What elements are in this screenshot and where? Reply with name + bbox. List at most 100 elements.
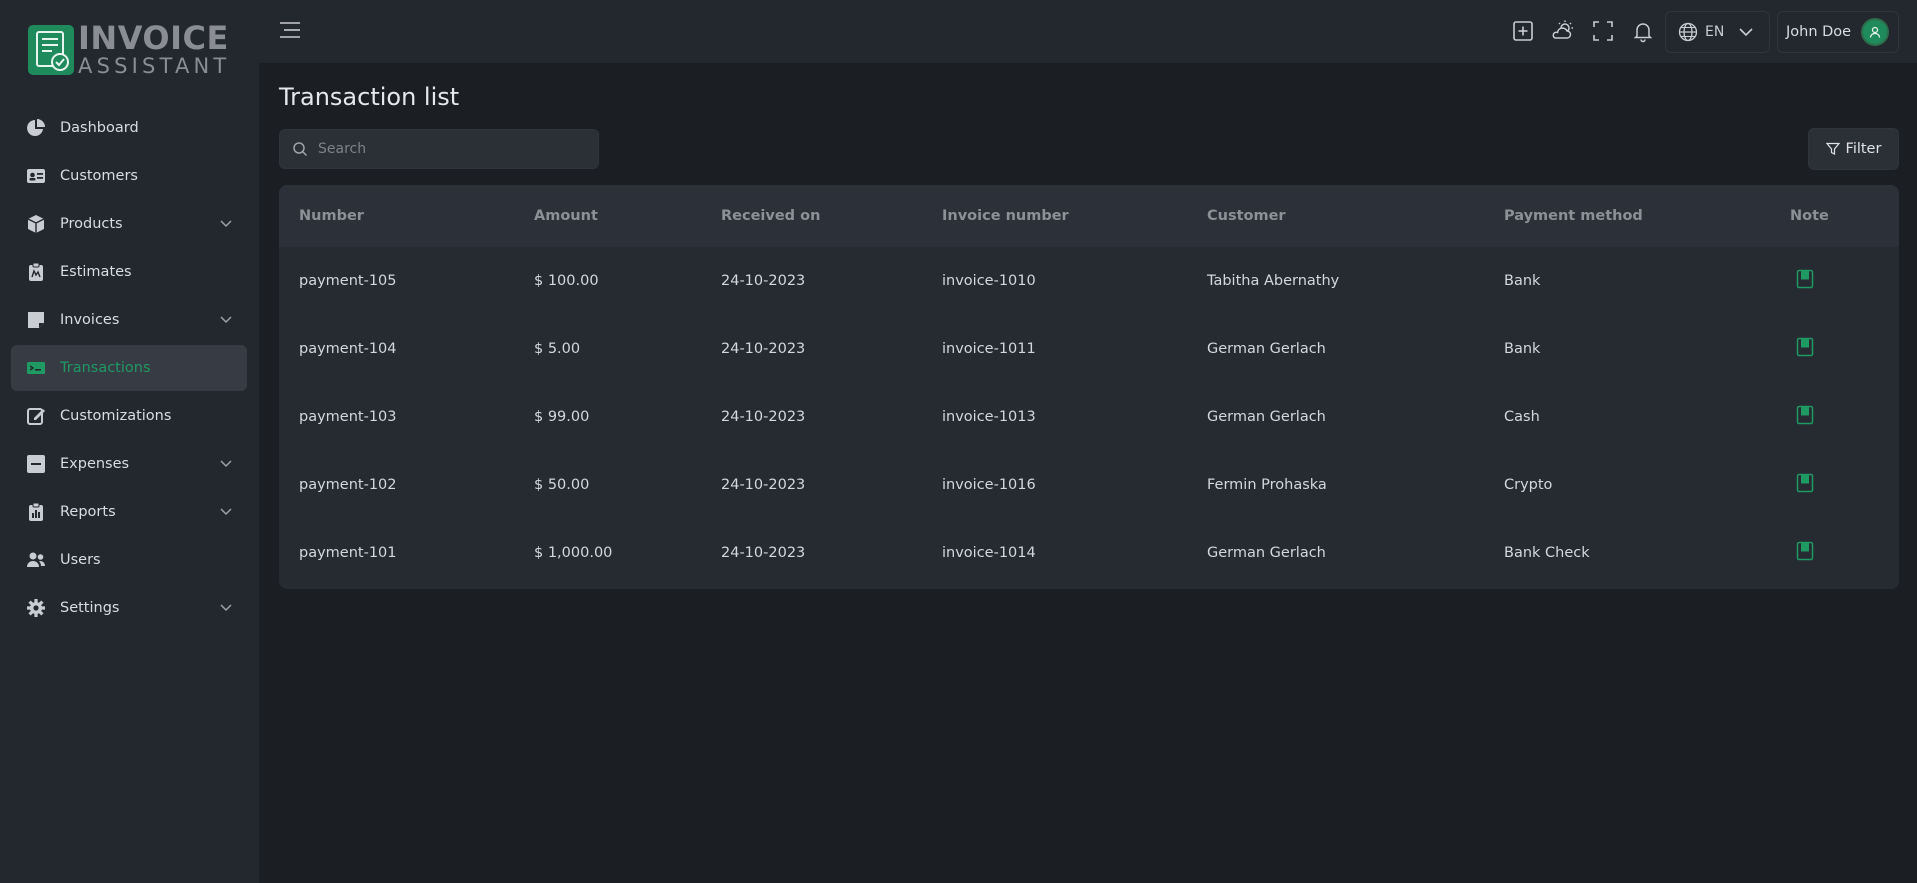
- fullscreen-icon[interactable]: [1591, 19, 1615, 43]
- language-selector[interactable]: EN: [1665, 11, 1770, 53]
- cell-amount: $ 50.00: [534, 477, 590, 493]
- table-row[interactable]: payment-102 $ 50.00 24-10-2023 invoice-1…: [279, 451, 1899, 519]
- sidebar-nav: Dashboard Customers Products Estimates I…: [11, 105, 247, 633]
- logo[interactable]: INVOICE ASSISTANT: [28, 22, 230, 77]
- avatar: [1861, 18, 1890, 46]
- language-label: EN: [1705, 24, 1725, 40]
- table-row[interactable]: payment-103 $ 99.00 24-10-2023 invoice-1…: [279, 383, 1899, 451]
- sidebar-item-label: Dashboard: [60, 120, 139, 136]
- page-title: Transaction list: [279, 83, 460, 111]
- cell-payment-method: Bank Check: [1504, 545, 1590, 561]
- cell-number: payment-103: [299, 409, 397, 425]
- table-row[interactable]: payment-104 $ 5.00 24-10-2023 invoice-10…: [279, 315, 1899, 383]
- search-input[interactable]: [318, 141, 588, 157]
- note-icon[interactable]: [1796, 269, 1814, 293]
- sidebar: INVOICE ASSISTANT Dashboard Customers Pr…: [0, 0, 259, 883]
- note-icon[interactable]: [1796, 337, 1814, 361]
- note-icon[interactable]: [1796, 405, 1814, 429]
- sidebar-item-reports[interactable]: Reports: [11, 489, 247, 535]
- cell-invoice-number: invoice-1016: [942, 477, 1036, 493]
- box-icon: [26, 214, 46, 234]
- user-menu[interactable]: John Doe: [1777, 11, 1899, 53]
- sidebar-item-customizations[interactable]: Customizations: [11, 393, 247, 439]
- table-row[interactable]: payment-101 $ 1,000.00 24-10-2023 invoic…: [279, 519, 1899, 587]
- sidebar-item-settings[interactable]: Settings: [11, 585, 247, 631]
- chevron-down-icon[interactable]: [219, 456, 233, 470]
- sidebar-item-label: Customizations: [60, 408, 172, 424]
- sidebar-item-label: Invoices: [60, 312, 120, 328]
- table-row[interactable]: payment-105 $ 100.00 24-10-2023 invoice-…: [279, 247, 1899, 315]
- users-icon: [26, 550, 46, 570]
- add-square-icon[interactable]: [1511, 19, 1535, 43]
- sidebar-item-label: Users: [60, 552, 101, 568]
- pie-chart-icon: [26, 118, 46, 138]
- cell-received-on: 24-10-2023: [721, 409, 806, 425]
- column-header-amount[interactable]: Amount: [534, 208, 598, 224]
- globe-icon: [1678, 22, 1698, 42]
- sidebar-item-label: Customers: [60, 168, 138, 184]
- clipboard-icon: [26, 262, 46, 282]
- invoice-icon: [26, 310, 46, 330]
- user-icon: [1870, 26, 1881, 38]
- search-icon: [293, 142, 308, 157]
- filter-icon: [1825, 142, 1840, 155]
- chevron-down-icon[interactable]: [219, 312, 233, 326]
- cell-received-on: 24-10-2023: [721, 477, 806, 493]
- filter-label: Filter: [1845, 141, 1882, 157]
- edit-icon: [26, 406, 46, 426]
- sidebar-item-label: Reports: [60, 504, 116, 520]
- sidebar-item-label: Estimates: [60, 264, 132, 280]
- cell-invoice-number: invoice-1014: [942, 545, 1036, 561]
- chevron-down-icon: [1739, 28, 1753, 37]
- search-box[interactable]: [279, 129, 599, 169]
- app: INVOICE ASSISTANT Dashboard Customers Pr…: [0, 0, 1917, 883]
- cell-customer: Tabitha Abernathy: [1207, 273, 1340, 289]
- filter-button[interactable]: Filter: [1808, 128, 1899, 170]
- column-header-payment-method[interactable]: Payment method: [1504, 208, 1643, 224]
- cell-customer: German Gerlach: [1207, 341, 1326, 357]
- cell-number: payment-102: [299, 477, 397, 493]
- cell-number: payment-104: [299, 341, 397, 357]
- top-header: EN John Doe: [259, 0, 1917, 63]
- chevron-down-icon[interactable]: [219, 216, 233, 230]
- money-icon: [26, 358, 46, 378]
- cell-amount: $ 99.00: [534, 409, 590, 425]
- sidebar-item-products[interactable]: Products: [11, 201, 247, 247]
- cell-payment-method: Cash: [1504, 409, 1540, 425]
- column-header-note: Note: [1790, 208, 1829, 224]
- cell-customer: Fermin Prohaska: [1207, 477, 1327, 493]
- cell-amount: $ 5.00: [534, 341, 581, 357]
- theme-toggle-icon[interactable]: [1551, 19, 1575, 43]
- invoice-logo-icon: [28, 24, 74, 75]
- cell-received-on: 24-10-2023: [721, 273, 806, 289]
- column-header-received-on[interactable]: Received on: [721, 208, 820, 224]
- sidebar-item-label: Expenses: [60, 456, 130, 472]
- cell-invoice-number: invoice-1013: [942, 409, 1036, 425]
- column-header-customer[interactable]: Customer: [1207, 208, 1286, 224]
- logo-subtitle: ASSISTANT: [78, 54, 231, 78]
- cell-customer: German Gerlach: [1207, 409, 1326, 425]
- chevron-down-icon[interactable]: [219, 600, 233, 614]
- sidebar-item-transactions[interactable]: Transactions: [11, 345, 247, 391]
- cell-number: payment-105: [299, 273, 397, 289]
- chevron-down-icon[interactable]: [219, 504, 233, 518]
- minus-square-icon: [26, 454, 46, 474]
- bell-icon[interactable]: [1631, 19, 1655, 43]
- sidebar-item-users[interactable]: Users: [11, 537, 247, 583]
- sidebar-item-invoices[interactable]: Invoices: [11, 297, 247, 343]
- column-header-number[interactable]: Number: [299, 208, 364, 224]
- sidebar-item-label: Settings: [60, 600, 120, 616]
- cell-amount: $ 1,000.00: [534, 545, 613, 561]
- id-card-icon: [26, 166, 46, 186]
- note-icon[interactable]: [1796, 473, 1814, 497]
- sidebar-item-estimates[interactable]: Estimates: [11, 249, 247, 295]
- sidebar-item-expenses[interactable]: Expenses: [11, 441, 247, 487]
- note-icon[interactable]: [1796, 541, 1814, 565]
- cell-invoice-number: invoice-1010: [942, 273, 1036, 289]
- cell-invoice-number: invoice-1011: [942, 341, 1036, 357]
- column-header-invoice-number[interactable]: Invoice number: [942, 208, 1069, 224]
- sidebar-item-dashboard[interactable]: Dashboard: [11, 105, 247, 151]
- menu-toggle-icon[interactable]: [278, 20, 302, 40]
- sidebar-item-customers[interactable]: Customers: [11, 153, 247, 199]
- cell-payment-method: Crypto: [1504, 477, 1553, 493]
